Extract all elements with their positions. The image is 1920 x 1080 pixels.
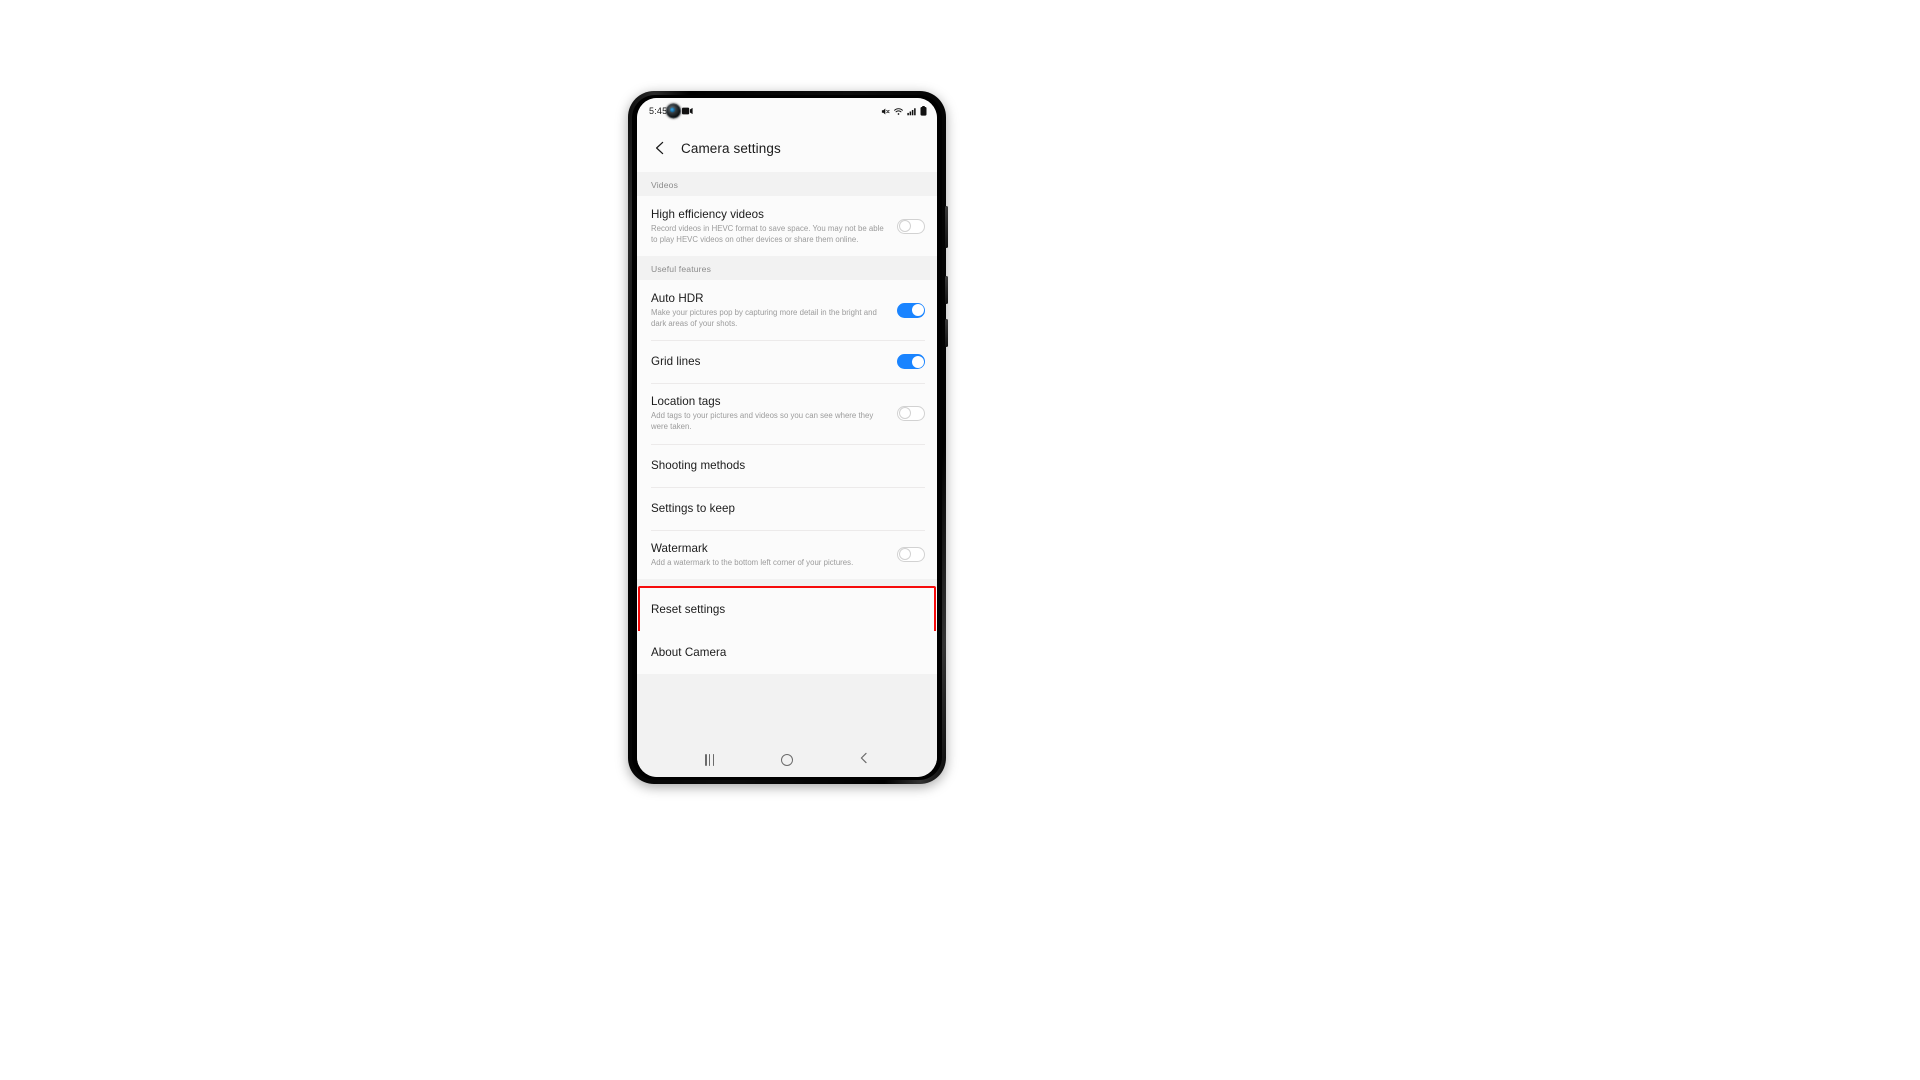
settings-group-footer: Reset settings [637, 586, 937, 634]
home-icon [780, 754, 793, 766]
toggle-knob [899, 547, 911, 560]
status-bar-left: 5:45 [649, 103, 693, 119]
row-text-block: Reset settings [651, 602, 925, 617]
toggle-watermark[interactable] [897, 546, 925, 562]
row-text-block: High efficiency videos Record videos in … [651, 207, 897, 245]
setting-description: Make your pictures pop by capturing more… [651, 308, 877, 328]
status-bar-right [881, 106, 927, 116]
back-icon [857, 751, 871, 770]
nav-home-button[interactable] [774, 747, 800, 773]
toggle-auto-hdr[interactable] [897, 302, 925, 318]
setting-title: Settings to keep [651, 501, 735, 515]
nav-back-button[interactable] [851, 747, 877, 773]
phone-device-frame: 5:45 Camera settings Videos High efficie… [628, 91, 948, 784]
setting-row-settings-to-keep[interactable]: Settings to keep [637, 486, 937, 530]
row-text-block: Shooting methods [651, 458, 925, 473]
toggle-high-efficiency-videos[interactable] [897, 218, 925, 234]
toggle-knob [899, 407, 911, 420]
setting-row-high-efficiency-videos[interactable]: High efficiency videos Record videos in … [637, 196, 937, 257]
page-title: Camera settings [681, 140, 781, 156]
row-text-block: Auto HDR Make your pictures pop by captu… [651, 291, 897, 329]
mute-icon [881, 107, 890, 116]
status-bar: 5:45 [637, 98, 937, 124]
back-arrow-icon[interactable] [651, 139, 669, 157]
row-text-block: Grid lines [651, 354, 897, 369]
setting-title: Reset settings [651, 603, 726, 617]
setting-row-grid-lines[interactable]: Grid lines [637, 340, 937, 384]
signal-icon [907, 107, 916, 116]
setting-row-location-tags[interactable]: Location tags Add tags to your pictures … [637, 383, 937, 444]
recents-icon [705, 754, 715, 766]
toggle-knob [911, 355, 924, 368]
toggle-knob [911, 304, 924, 317]
front-camera-punch-hole [666, 103, 681, 119]
screen-recorder-icon [682, 107, 693, 115]
setting-title: Grid lines [651, 355, 701, 369]
system-navigation-bar [637, 743, 937, 777]
setting-description: Add tags to your pictures and videos so … [651, 411, 874, 431]
setting-row-watermark[interactable]: Watermark Add a watermark to the bottom … [637, 529, 937, 580]
toggle-location-tags[interactable] [897, 405, 925, 421]
phone-side-button-volume-down[interactable] [945, 276, 948, 304]
app-bar: Camera settings [637, 124, 937, 172]
setting-title: Location tags [651, 395, 721, 409]
row-text-block: About Camera [651, 645, 925, 660]
row-text-block: Watermark Add a watermark to the bottom … [651, 541, 897, 569]
setting-title: High efficiency videos [651, 208, 765, 221]
settings-list[interactable]: Videos High efficiency videos Record vid… [637, 172, 937, 743]
row-text-block: Location tags Add tags to your pictures … [651, 394, 897, 432]
toggle-grid-lines[interactable] [897, 354, 925, 370]
page-canvas: 5:45 Camera settings Videos High efficie… [0, 0, 1920, 1080]
setting-row-shooting-methods[interactable]: Shooting methods [637, 443, 937, 487]
setting-row-about-camera[interactable]: About Camera [637, 631, 937, 675]
setting-row-auto-hdr[interactable]: Auto HDR Make your pictures pop by captu… [637, 280, 937, 341]
section-header-videos: Videos [637, 172, 937, 196]
row-text-block: Settings to keep [651, 501, 925, 516]
battery-icon [920, 106, 927, 116]
section-header-useful-features: Useful features [637, 256, 937, 281]
phone-screen: 5:45 Camera settings Videos High efficie… [637, 98, 937, 777]
setting-title: Auto HDR [651, 292, 704, 306]
section-divider [637, 579, 937, 589]
settings-group-about: About Camera [637, 631, 937, 675]
phone-side-button-power[interactable] [945, 319, 948, 347]
setting-row-reset-settings[interactable]: Reset settings [637, 588, 937, 632]
toggle-knob [899, 219, 911, 232]
settings-group-useful-features: Auto HDR Make your pictures pop by captu… [637, 280, 937, 580]
wifi-icon [894, 107, 903, 116]
phone-bezel: 5:45 Camera settings Videos High efficie… [632, 95, 942, 780]
setting-title: Watermark [651, 541, 708, 555]
setting-title: About Camera [651, 646, 727, 660]
nav-recents-button[interactable] [697, 747, 723, 773]
setting-description: Record videos in HEVC format to save spa… [651, 224, 884, 244]
settings-group-videos: High efficiency videos Record videos in … [637, 196, 937, 257]
phone-side-button-volume-up[interactable] [945, 206, 948, 248]
setting-description: Add a watermark to the bottom left corne… [651, 557, 854, 567]
status-clock: 5:45 [649, 106, 668, 116]
setting-title: Shooting methods [651, 458, 746, 472]
